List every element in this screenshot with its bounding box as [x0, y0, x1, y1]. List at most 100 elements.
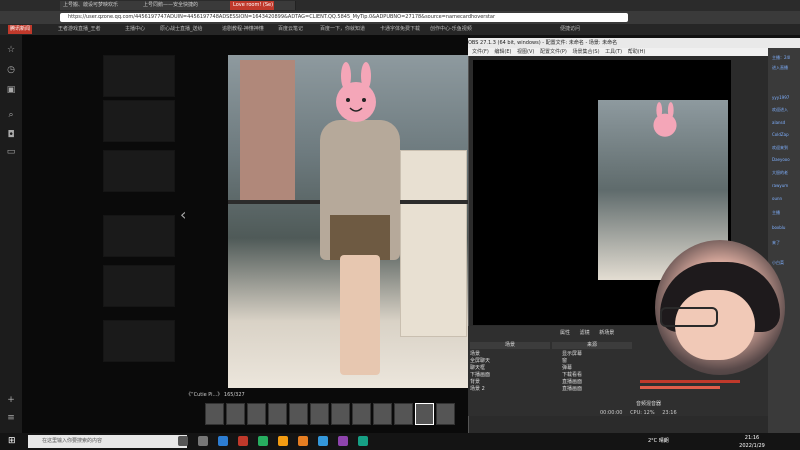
bg-thumb: [103, 265, 175, 307]
app-icon[interactable]: [358, 436, 368, 446]
obs-status: 00:00:00 CPU: 12% 23:16: [600, 410, 677, 416]
gamepad-icon[interactable]: ▭: [6, 147, 16, 157]
source-toolbar: 属性 滤镜 新场景: [560, 329, 614, 336]
obs-menu-file[interactable]: 文件(F): [472, 49, 489, 55]
tab-2[interactable]: 上号同鹅——安全快捷的: [140, 1, 232, 10]
address-input[interactable]: https://user.qzone.qq.com/4456197747ADUI…: [60, 13, 628, 22]
sources-header: 来源: [552, 342, 632, 349]
bookmark-3[interactable]: 原心战士直播_送给: [160, 25, 203, 34]
film-thumb[interactable]: [226, 403, 245, 425]
chat-line: 来了: [772, 240, 780, 245]
star-icon[interactable]: ☆: [6, 45, 16, 55]
scene-item[interactable]: 场景: [470, 351, 480, 357]
chat-line: 欢迎来到: [772, 145, 788, 150]
bg-thumb: [103, 100, 175, 142]
bookmark-4[interactable]: 追剧教程-神懂神懂: [222, 25, 264, 34]
film-thumb[interactable]: [436, 403, 455, 425]
search-icon[interactable]: ⌕: [6, 110, 16, 120]
bookmark-6[interactable]: 百度一下，你就知道: [320, 25, 365, 34]
prev-photo-icon[interactable]: ‹: [180, 205, 186, 224]
webcam-glasses: [660, 307, 718, 327]
new-scene-button[interactable]: 新场景: [599, 330, 614, 336]
tab-3[interactable]: Love room! (Se): [230, 1, 276, 10]
app-icon[interactable]: [298, 436, 308, 446]
obs-menu-edit[interactable]: 编辑(E): [494, 49, 511, 55]
bunny-sticker-icon: [653, 102, 677, 137]
source-item[interactable]: 弹幕: [562, 365, 572, 371]
film-thumb[interactable]: [310, 403, 329, 425]
tab-1[interactable]: 上号搬、啟设可梦映欢乐: [60, 1, 142, 10]
scene-item[interactable]: 下播画面: [470, 372, 490, 378]
obs-menu-tools[interactable]: 工具(T): [605, 49, 622, 55]
scenes-header: 场景: [470, 342, 550, 349]
filters-button[interactable]: 滤镜: [580, 330, 590, 336]
lock-icon[interactable]: ◘: [6, 130, 16, 140]
bookmark-1[interactable]: 王者游戏直播_王者: [58, 25, 101, 34]
bookmark-7[interactable]: 卡通字体免费下载: [380, 25, 420, 34]
source-item[interactable]: 显示屏幕: [562, 351, 582, 357]
menu-icon[interactable]: ≡: [6, 413, 16, 423]
film-thumb-selected[interactable]: [415, 403, 434, 425]
sidebar: ☆ ◷ ▣ ⌕ ◘ ▭ + ≡: [0, 35, 22, 433]
obs-menu-view[interactable]: 视图(V): [517, 49, 534, 55]
taskbar-search-input[interactable]: 在这里输入你要搜索的内容: [28, 435, 187, 448]
scene-item[interactable]: 场景 2: [470, 386, 485, 392]
app-icon[interactable]: [258, 436, 268, 446]
clock: 21:16 2022/1/29: [739, 435, 765, 449]
tab-bar: 上号搬、啟设可梦映欢乐 上号同鹅——安全快捷的 Love room! (Se): [0, 0, 800, 11]
film-thumb[interactable]: [394, 403, 413, 425]
filmstrip: [205, 403, 465, 425]
film-thumb[interactable]: [247, 403, 266, 425]
app-icon[interactable]: [218, 436, 228, 446]
volume-meter: [640, 386, 720, 389]
app-icon[interactable]: [198, 436, 208, 446]
obs-menu-help[interactable]: 帮助(H): [628, 49, 646, 55]
source-item[interactable]: 下载看看: [562, 372, 582, 378]
chat-line: 进入直播: [772, 65, 788, 70]
chat-line: 小白菜: [772, 260, 784, 265]
source-item[interactable]: 直播画面: [562, 379, 582, 385]
bookmarks-bar: 腾讯新闻 王者游戏直播_王者 主播中心 原心战士直播_送给 追剧教程-神懂神懂 …: [0, 24, 800, 35]
bg-thumb: [103, 320, 175, 362]
chat-line: Daeyooo: [772, 157, 790, 162]
film-thumb[interactable]: [373, 403, 392, 425]
photo-building: [240, 60, 295, 200]
windows-start-icon[interactable]: ⊞: [8, 436, 18, 446]
bookmark-2[interactable]: 主播中心: [125, 25, 145, 34]
film-thumb[interactable]: [268, 403, 287, 425]
app-icon[interactable]: [238, 436, 248, 446]
bg-thumb: [103, 55, 175, 97]
scene-item[interactable]: 背景: [470, 379, 480, 385]
film-thumb[interactable]: [205, 403, 224, 425]
weather-status: 2°C 晴朗: [648, 438, 669, 444]
bookmark-5[interactable]: 百度云笔记: [278, 25, 303, 34]
bg-thumb: [103, 215, 175, 257]
app-icon[interactable]: [338, 436, 348, 446]
obs-menu-scenes[interactable]: 场景集合(S): [572, 49, 599, 55]
obs-title: OBS 27.1.3 (64 bit, windows) - 配置文件: 未命名…: [468, 38, 800, 48]
film-thumb[interactable]: [352, 403, 371, 425]
bag-icon[interactable]: ▣: [6, 85, 16, 95]
chat-line: yyy1997: [772, 95, 790, 100]
source-item[interactable]: 窗: [562, 358, 567, 364]
source-item[interactable]: 直播画面: [562, 386, 582, 392]
film-thumb[interactable]: [331, 403, 350, 425]
bookmark-0[interactable]: 腾讯新闻: [8, 25, 33, 34]
taskview-icon[interactable]: [178, 436, 188, 446]
scene-item[interactable]: 聊天框: [470, 365, 485, 371]
add-icon[interactable]: +: [6, 395, 16, 405]
mixer-label: 音频混音器: [636, 401, 662, 407]
properties-button[interactable]: 属性: [560, 330, 570, 336]
photo-skirt: [330, 215, 390, 260]
obs-menu-profile[interactable]: 配置文件(P): [540, 49, 567, 55]
scene-item[interactable]: 全屏聊天: [470, 358, 490, 364]
chat-line: 欢迎进入: [772, 107, 788, 112]
app-icon[interactable]: [278, 436, 288, 446]
history-icon[interactable]: ◷: [6, 65, 16, 75]
bookmark-8[interactable]: 创作中心-乐鱼视频: [430, 25, 472, 34]
tab-4[interactable]: [274, 1, 296, 10]
bookmark-9[interactable]: 便捷访问: [560, 25, 580, 34]
chat-line: 主播: [772, 210, 780, 215]
film-thumb[interactable]: [289, 403, 308, 425]
app-icon[interactable]: [318, 436, 328, 446]
